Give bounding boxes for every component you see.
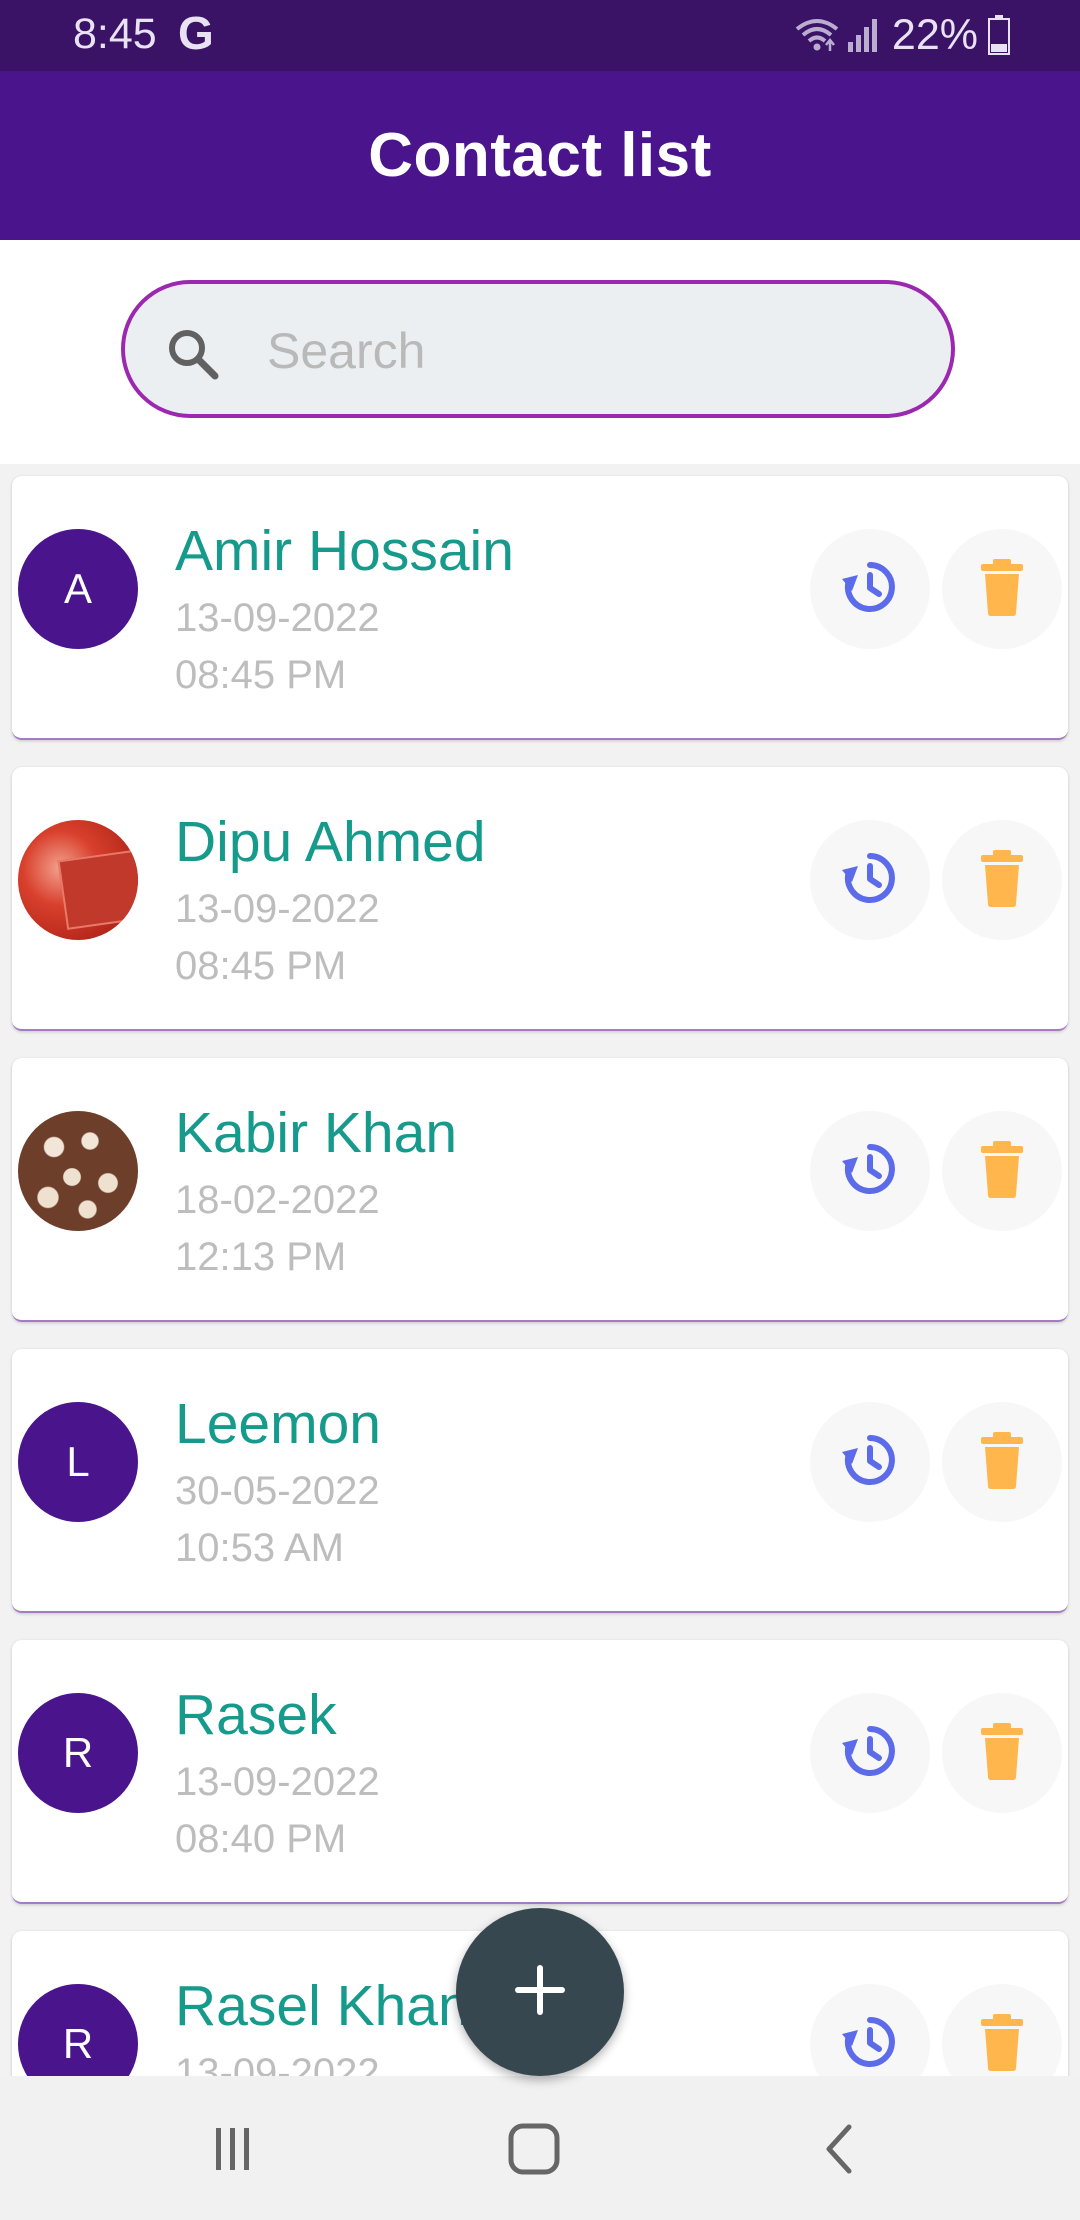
status-bar: 8:45 G 22% (0, 0, 1080, 71)
trash-icon (977, 557, 1027, 622)
trash-icon (977, 2012, 1027, 2077)
avatar: R (18, 1693, 138, 1813)
google-g-icon: G (178, 7, 214, 59)
trash-icon (977, 1430, 1027, 1495)
contact-name: Kabir Khan (175, 1101, 458, 1165)
battery-icon (988, 15, 1010, 55)
trash-icon (977, 1721, 1027, 1786)
status-right-icons: 22% (794, 10, 1010, 60)
history-refresh-icon (840, 848, 900, 913)
status-time: 8:45 (73, 10, 157, 58)
back-icon (819, 2122, 859, 2181)
search-icon (163, 324, 223, 389)
contact-card[interactable]: A Amir Hossain 13-09-2022 08:45 PM (12, 476, 1068, 740)
search-section (0, 240, 1080, 464)
recent-apps-button[interactable] (193, 2116, 273, 2186)
page-title: Contact list (368, 121, 712, 190)
signal-icon (846, 16, 880, 54)
delete-button[interactable] (942, 1111, 1062, 1231)
recent-apps-icon (208, 2124, 258, 2179)
search-box[interactable] (121, 280, 955, 418)
update-button[interactable] (810, 820, 930, 940)
add-contact-button[interactable] (456, 1908, 624, 2076)
home-icon (507, 2122, 561, 2181)
app-bar: Contact list (0, 71, 1080, 240)
contact-date: 30-05-2022 (175, 1469, 380, 1513)
contact-date: 18-02-2022 (175, 1178, 380, 1222)
back-button[interactable] (799, 2116, 879, 2186)
history-refresh-icon (840, 1139, 900, 1204)
history-refresh-icon (840, 2012, 900, 2077)
app-screen: 8:45 G 22% Contact list Search A Amir Ho… (0, 0, 1080, 2220)
avatar: A (18, 529, 138, 649)
contact-time: 08:45 PM (175, 944, 347, 988)
contact-card[interactable]: Dipu Ahmed 13-09-2022 08:45 PM (12, 767, 1068, 1031)
home-button[interactable] (494, 2116, 574, 2186)
history-refresh-icon (840, 557, 900, 622)
update-button[interactable] (810, 1402, 930, 1522)
contact-date: 13-09-2022 (175, 887, 380, 931)
contact-card[interactable]: R Rasek 13-09-2022 08:40 PM (12, 1640, 1068, 1904)
contact-time: 12:13 PM (175, 1235, 347, 1279)
avatar-photo (18, 1111, 138, 1231)
contact-name: Leemon (175, 1392, 381, 1456)
history-refresh-icon (840, 1721, 900, 1786)
contact-time: 08:45 PM (175, 653, 347, 697)
avatar-photo (18, 820, 138, 940)
system-nav-bar (0, 2076, 1080, 2220)
contact-name: Dipu Ahmed (175, 810, 486, 874)
trash-icon (977, 848, 1027, 913)
delete-button[interactable] (942, 529, 1062, 649)
history-refresh-icon (840, 1430, 900, 1495)
contact-time: 08:40 PM (175, 1817, 347, 1861)
delete-button[interactable] (942, 820, 1062, 940)
contact-card[interactable]: Kabir Khan 18-02-2022 12:13 PM (12, 1058, 1068, 1322)
contact-name: Amir Hossain (175, 519, 514, 583)
search-input[interactable] (265, 310, 889, 392)
contact-name: Rasek (175, 1683, 337, 1747)
update-button[interactable] (810, 1111, 930, 1231)
update-button[interactable] (810, 529, 930, 649)
plus-icon (512, 1962, 568, 2023)
delete-button[interactable] (942, 1693, 1062, 1813)
trash-icon (977, 1139, 1027, 1204)
avatar: L (18, 1402, 138, 1522)
contact-date: 13-09-2022 (175, 1760, 380, 1804)
contact-date: 13-09-2022 (175, 596, 380, 640)
battery-percent: 22% (891, 10, 978, 59)
delete-button[interactable] (942, 1402, 1062, 1522)
wifi-icon (794, 15, 840, 55)
contact-name: Rasel Khan (175, 1974, 470, 2038)
contact-time: 10:53 AM (175, 1526, 345, 1570)
contact-card[interactable]: L Leemon 30-05-2022 10:53 AM (12, 1349, 1068, 1613)
update-button[interactable] (810, 1693, 930, 1813)
